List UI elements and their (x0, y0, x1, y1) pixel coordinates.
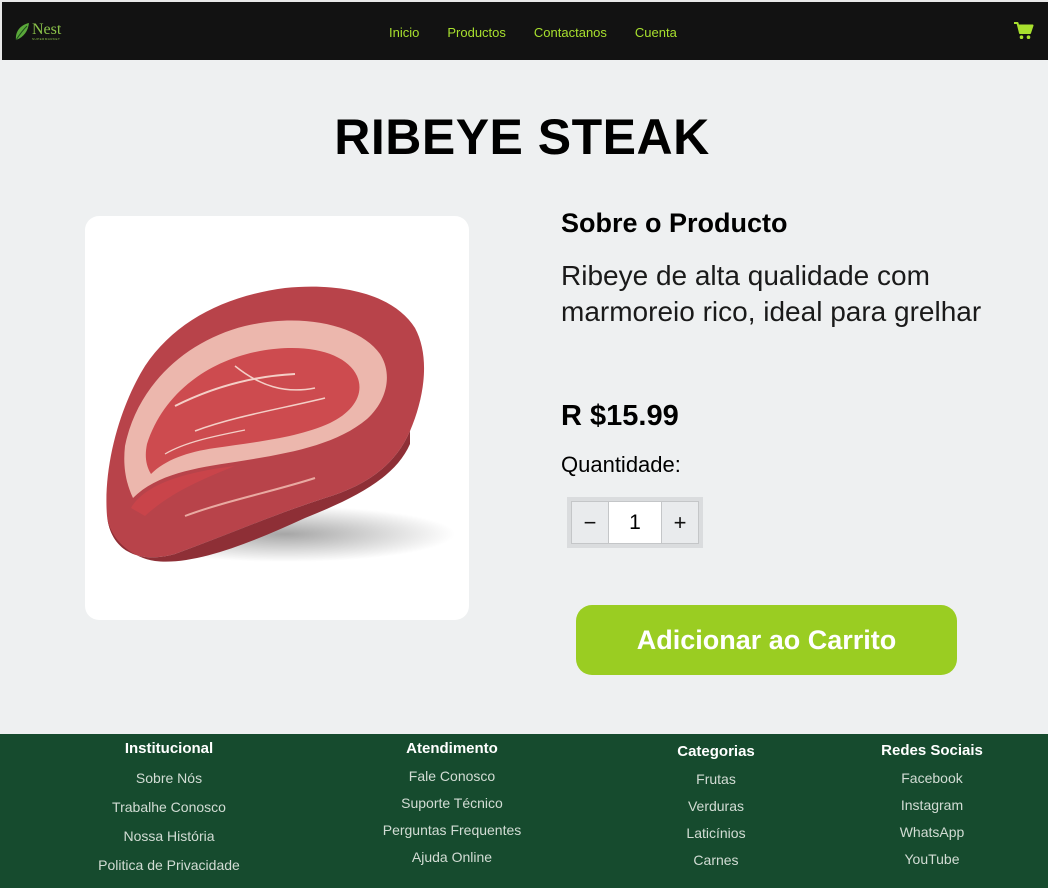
nav-link-cuenta[interactable]: Cuenta (635, 25, 677, 40)
footer-column-redes-sociais: Redes Sociais Facebook Instagram WhatsAp… (842, 742, 1022, 867)
footer-link-facebook[interactable]: Facebook (842, 770, 1022, 786)
product-description: Ribeye de alta qualidade com marmoreio r… (561, 260, 982, 327)
footer-column-institucional: Institucional Sobre Nós Trabalhe Conosco… (69, 740, 269, 873)
main-nav: Inicio Productos Contactanos Cuenta (389, 25, 705, 40)
footer-link[interactable]: Fale Conosco (352, 768, 552, 784)
top-navbar: Nest SUPERMARKET Inicio Productos Contac… (0, 0, 1048, 60)
logo-subtitle: SUPERMARKET (32, 37, 61, 41)
footer-link-whatsapp[interactable]: WhatsApp (842, 824, 1022, 840)
footer-heading: Atendimento (406, 740, 498, 757)
quantity-label: Quantidade: (561, 452, 681, 477)
footer-link[interactable]: Suporte Técnico (352, 795, 552, 811)
brand-logo[interactable]: Nest SUPERMARKET (14, 22, 61, 42)
footer-column-categorias: Categorias Frutas Verduras Laticínios Ca… (626, 743, 806, 868)
increase-quantity-button[interactable]: + (661, 501, 699, 544)
footer-column-atendimento: Atendimento Fale Conosco Suporte Técnico… (352, 740, 552, 865)
footer-link[interactable]: Laticínios (626, 825, 806, 841)
footer-link[interactable]: Carnes (626, 852, 806, 868)
nav-link-productos[interactable]: Productos (447, 25, 506, 40)
decrease-quantity-button[interactable]: − (571, 501, 609, 544)
footer-link[interactable]: Politica de Privacidade (69, 857, 269, 873)
footer-link[interactable]: Perguntas Frequentes (352, 822, 552, 838)
footer-link[interactable]: Sobre Nós (69, 770, 269, 786)
product-section: RIBEYE STEAK Sobre o Producto Ribeye de … (0, 60, 1048, 734)
steak-illustration (106, 286, 455, 562)
footer-link[interactable]: Nossa História (69, 828, 269, 844)
quantity-stepper: − 1 + (567, 497, 703, 548)
footer-link-youtube[interactable]: YouTube (842, 851, 1022, 867)
product-price: R $15.99 (561, 400, 679, 432)
footer-link-instagram[interactable]: Instagram (842, 797, 1022, 813)
footer-link[interactable]: Verduras (626, 798, 806, 814)
footer-link[interactable]: Frutas (626, 771, 806, 787)
footer-heading: Categorias (677, 743, 755, 760)
add-to-cart-button[interactable]: Adicionar ao Carrito (576, 605, 957, 675)
footer-heading: Redes Sociais (881, 742, 983, 759)
footer-heading: Institucional (124, 740, 214, 757)
shopping-cart-icon[interactable] (1014, 22, 1034, 40)
site-footer: Institucional Sobre Nós Trabalhe Conosco… (0, 734, 1048, 888)
about-product-heading: Sobre o Producto (561, 208, 788, 238)
nav-link-inicio[interactable]: Inicio (389, 25, 419, 40)
footer-link[interactable]: Trabalhe Conosco (69, 799, 269, 815)
product-title: RIBEYE STEAK (334, 109, 710, 165)
quantity-input[interactable]: 1 (609, 501, 661, 544)
leaf-logo-icon (15, 23, 29, 41)
logo-name: Nest (32, 21, 62, 38)
nav-link-contactanos[interactable]: Contactanos (534, 25, 607, 40)
product-image (85, 216, 469, 620)
footer-link[interactable]: Ajuda Online (352, 849, 552, 865)
